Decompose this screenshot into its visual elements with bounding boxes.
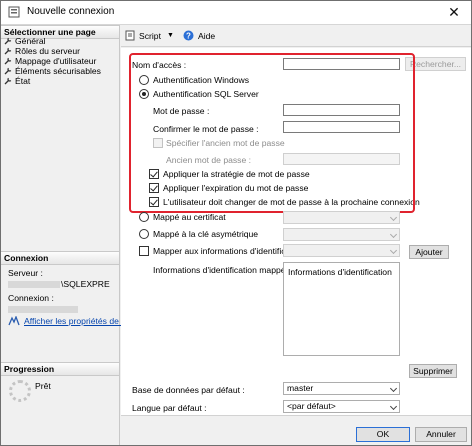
ok-button[interactable]: OK [356, 427, 410, 442]
server-value: \SQLEXPRE [8, 279, 110, 289]
certificate-mapped-label: Mappé au certificat [153, 212, 226, 222]
mapped-credentials-label: Informations d'identification mappées [153, 265, 295, 275]
wrench-icon [4, 47, 12, 55]
window-title: Nouvelle connexion [27, 6, 115, 17]
server-label: Serveur : [8, 268, 43, 278]
redacted-block [8, 306, 78, 314]
svg-text:?: ? [186, 31, 191, 40]
certificate-mapped-radio[interactable] [139, 212, 149, 222]
default-language-value: <par défaut> [287, 401, 336, 411]
nav-item-label: Rôles du serveur [15, 46, 80, 56]
asym-key-mapped-radio[interactable] [139, 229, 149, 239]
wrench-icon [4, 77, 12, 85]
progress-header: Progression [1, 362, 119, 376]
credential-select[interactable] [283, 244, 400, 257]
asym-key-select[interactable] [283, 228, 400, 241]
nav-item-label: Éléments sécurisables [15, 66, 101, 76]
connection-label: Connexion : [8, 293, 54, 303]
map-credentials-label: Mapper aux informations d'identification [153, 246, 305, 256]
default-database-select[interactable]: master [283, 382, 400, 395]
certificate-select[interactable] [283, 211, 400, 224]
title-bar: Nouvelle connexion ✕ [1, 1, 471, 24]
nav-item-label: État [15, 76, 31, 86]
script-icon [125, 30, 135, 41]
default-database-label: Base de données par défaut : [132, 385, 245, 395]
redacted-block [8, 281, 60, 289]
wrench-icon [4, 37, 12, 45]
new-login-dialog: Nouvelle connexion ✕ Sélectionner une pa… [0, 0, 472, 446]
help-icon: ? [183, 30, 194, 41]
default-language-select[interactable]: <par défaut> [283, 400, 400, 413]
mapped-credentials-list[interactable]: Informations d'identification [283, 262, 400, 356]
map-credentials-checkbox[interactable] [139, 246, 149, 256]
close-icon[interactable]: ✕ [439, 2, 469, 22]
credentials-column-header: Informations d'identification [288, 267, 392, 277]
chevron-down-icon[interactable]: ▼ [167, 30, 174, 42]
chevron-down-icon [389, 230, 398, 239]
script-label: Script [139, 31, 161, 41]
asym-key-mapped-label: Mappé à la clé asymétrique [153, 229, 259, 239]
remove-credential-button[interactable]: Supprimer [409, 364, 457, 378]
add-credential-button[interactable]: Ajouter [409, 245, 449, 259]
connection-header: Connexion [1, 251, 119, 265]
wrench-icon [4, 57, 12, 65]
chevron-down-icon [389, 402, 398, 411]
left-pane: Sélectionner une page Général Rôles du s… [1, 25, 140, 445]
sql-auth-highlight-box [129, 53, 415, 213]
server-name-text: \SQLEXPRE [61, 279, 110, 289]
connection-value [8, 304, 79, 314]
help-label: Aide [198, 31, 216, 41]
progress-spinner-icon [9, 380, 31, 402]
nav-item-label: Général [15, 36, 46, 46]
default-database-value: master [287, 383, 314, 393]
toolbar: Script ▼ ? Aide [121, 25, 471, 47]
cancel-button[interactable]: Annuler [415, 427, 467, 442]
chevron-down-icon [389, 213, 398, 222]
default-language-label: Langue par défaut : [132, 403, 207, 413]
properties-icon [8, 316, 20, 326]
app-icon [8, 6, 20, 18]
nav-item-label: Mappage d'utilisateur [15, 56, 97, 66]
wrench-icon [4, 67, 12, 75]
chevron-down-icon [389, 246, 398, 255]
progress-status: Prêt [35, 381, 51, 391]
chevron-down-icon [389, 384, 398, 393]
